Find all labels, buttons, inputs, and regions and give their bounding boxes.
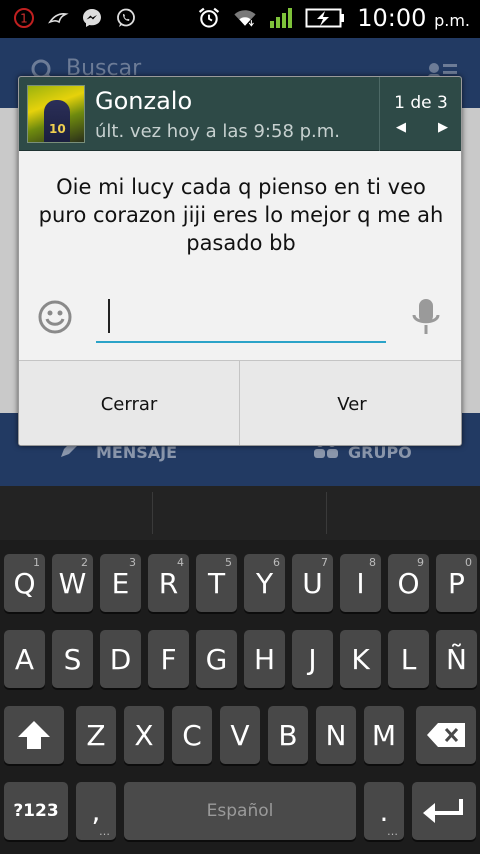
previous-message-button[interactable]: ◀ [390, 119, 412, 137]
key-q[interactable]: Q1 [4, 554, 45, 612]
enter-icon [423, 799, 463, 823]
last-seen-status: últ. vez hoy a las 9:58 p.m. [95, 121, 341, 142]
key-w[interactable]: W2 [52, 554, 93, 612]
messenger-icon [80, 6, 104, 30]
message-text: Oie mi lucy cada q pienso en ti veo puro… [38, 175, 444, 255]
pager-count: 1 de 3 [394, 93, 448, 113]
status-bar: 1 10:00 p.m. [0, 0, 480, 38]
key-m[interactable]: M [364, 706, 404, 764]
key-a[interactable]: A [4, 630, 45, 688]
contact-name: Gonzalo [95, 87, 193, 115]
key-hint: 5 [225, 556, 232, 569]
key-hint: 3 [129, 556, 136, 569]
key-y[interactable]: Y6 [244, 554, 285, 612]
view-button[interactable]: Ver [241, 361, 461, 445]
key-c[interactable]: C [172, 706, 212, 764]
key-d[interactable]: D [100, 630, 141, 688]
key-o[interactable]: O9 [388, 554, 429, 612]
key-hint: 8 [369, 556, 376, 569]
key-t[interactable]: T5 [196, 554, 237, 612]
key-hint: 1 [33, 556, 40, 569]
suggestion-bar [0, 486, 480, 540]
close-button[interactable]: Cerrar [19, 361, 240, 445]
key-p[interactable]: P0 [436, 554, 477, 612]
backspace-icon [427, 723, 465, 747]
alarm-icon [197, 6, 221, 30]
dialog-buttons: Cerrar Ver [19, 360, 461, 445]
text-caret [108, 299, 110, 333]
key-r[interactable]: R4 [148, 554, 189, 612]
shift-icon [18, 721, 50, 749]
key-u[interactable]: U7 [292, 554, 333, 612]
dialog-header: 10 Gonzalo últ. vez hoy a las 9:58 p.m. … [19, 77, 461, 151]
key-s[interactable]: S [52, 630, 93, 688]
notification-badge: 1 [20, 12, 28, 26]
battery-charging-icon [305, 6, 345, 30]
key-l[interactable]: L [388, 630, 429, 688]
bird-icon [46, 6, 70, 30]
key-n[interactable]: N [316, 706, 356, 764]
key-hint: 9 [417, 556, 424, 569]
key-hint: 0 [465, 556, 472, 569]
emoji-icon[interactable] [37, 299, 73, 335]
key-hint: 6 [273, 556, 280, 569]
key-i[interactable]: I8 [340, 554, 381, 612]
backspace-key[interactable] [416, 706, 476, 764]
notification-count-icon: 1 [12, 6, 36, 30]
microphone-icon[interactable] [411, 297, 441, 337]
key-j[interactable]: J [292, 630, 333, 688]
key-hint: 4 [177, 556, 184, 569]
next-message-button[interactable]: ▶ [432, 119, 454, 137]
key-g[interactable]: G [196, 630, 237, 688]
key-h[interactable]: H [244, 630, 285, 688]
avatar-jersey-number: 10 [49, 122, 66, 136]
status-clock: 10:00 p.m. [357, 4, 470, 32]
quick-reply-dialog: 10 Gonzalo últ. vez hoy a las 9:58 p.m. … [18, 76, 462, 446]
shift-key[interactable] [4, 706, 64, 764]
space-key[interactable]: Español [124, 782, 356, 840]
key-v[interactable]: V [220, 706, 260, 764]
whatsapp-icon [114, 6, 138, 30]
period-key[interactable]: .… [364, 782, 404, 840]
key-f[interactable]: F [148, 630, 189, 688]
symbols-key[interactable]: ?123 [4, 782, 68, 840]
reply-input[interactable] [96, 297, 386, 343]
wifi-icon [233, 6, 257, 30]
message-pager: 1 de 3 ◀ ▶ [379, 77, 461, 151]
enter-key[interactable] [412, 782, 476, 840]
key-z[interactable]: Z [76, 706, 116, 764]
signal-icon [269, 6, 293, 30]
avatar[interactable]: 10 [27, 85, 85, 143]
key-x[interactable]: X [124, 706, 164, 764]
key-hint: 2 [81, 556, 88, 569]
comma-key[interactable]: ,… [76, 782, 116, 840]
key-e[interactable]: E3 [100, 554, 141, 612]
key-b[interactable]: B [268, 706, 308, 764]
key-hint: 7 [321, 556, 328, 569]
soft-keyboard: Q1W2E3R4T5Y6U7I8O9P0 ASDFGHJKLÑ ZXCVBNM ?1… [0, 486, 480, 854]
key-k[interactable]: K [340, 630, 381, 688]
key-ñ[interactable]: Ñ [436, 630, 477, 688]
